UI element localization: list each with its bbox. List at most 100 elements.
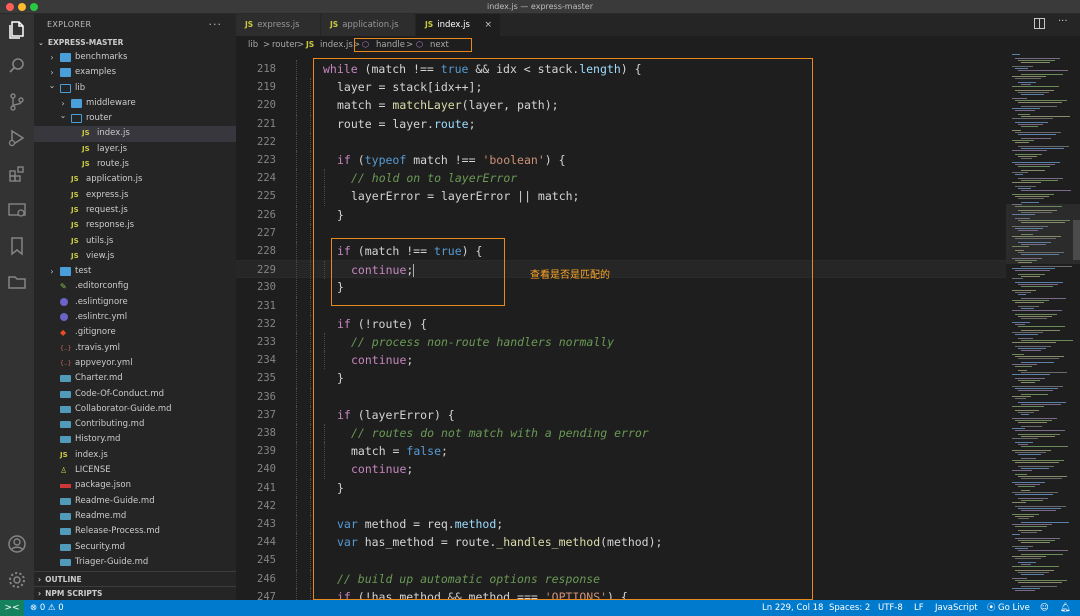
file-item[interactable]: History.md [34,432,236,447]
minimap-line [1012,194,1054,195]
breadcrumb-index-js[interactable]: index.js [320,36,353,54]
go-live-button[interactable]: Go Live [998,600,1030,616]
explorer-icon[interactable] [7,20,27,40]
file-item[interactable]: JS route.js [34,157,236,172]
file-item[interactable]: Security.md [34,540,236,555]
file-item[interactable]: .eslintrc.yml [34,310,236,325]
file-item[interactable]: Readme-Guide.md [34,494,236,509]
file-item[interactable]: JS application.js [34,172,236,187]
file-item[interactable]: Charter.md [34,371,236,386]
file-item[interactable]: JS index.js [34,126,236,142]
outline-section[interactable]: › OUTLINE [34,571,236,586]
js-file-icon: JS [245,20,254,29]
minimap-line [1015,590,1035,591]
cursor-position[interactable]: Ln 229, Col 18 [762,600,823,616]
folder-item[interactable]: ⌄ router [34,111,236,126]
tree-item-label: index.js [97,128,130,139]
file-item[interactable]: JS response.js [34,218,236,233]
indent-guide [310,96,311,115]
remote-indicator-icon[interactable]: >< [0,600,24,616]
minimap-viewport[interactable] [1006,204,1080,264]
js-file-icon: JS [330,20,339,29]
indent-guide [310,533,311,552]
file-item[interactable]: {..} appveyor.yml [34,356,236,371]
run-debug-icon[interactable] [7,128,27,148]
file-item[interactable]: JS view.js [34,249,236,264]
markdown-file-icon [60,390,71,398]
file-item[interactable]: package.json [34,478,236,493]
code-editor[interactable]: 218 while (match !== true && idx < stack.… [236,54,1006,600]
js-file-icon: JS [82,129,90,138]
minimap-line [1015,356,1064,357]
minimap[interactable] [1006,54,1080,600]
project-root[interactable]: ⌄ EXPRESS-MASTER [34,36,236,50]
npm-scripts-section[interactable]: › NPM SCRIPTS [34,586,236,600]
account-icon[interactable] [7,534,27,554]
tab-express-js[interactable]: JS express.js [236,14,320,36]
minimap-line [1021,276,1040,277]
file-item[interactable]: ✎ .editorconfig [34,279,236,294]
file-item[interactable]: ◆ .gitignore [34,325,236,340]
search-icon[interactable] [7,56,27,76]
extensions-icon[interactable] [7,164,27,184]
tab-index-js[interactable]: JS index.js × [416,14,500,36]
scrollbar-thumb[interactable] [1073,220,1080,260]
file-item[interactable]: Triager-Guide.md [34,555,236,570]
remote-explorer-icon[interactable] [7,200,27,220]
folder-open-icon [60,83,71,93]
bookmark-icon[interactable] [7,236,27,256]
file-item[interactable]: .eslintignore [34,295,236,310]
yaml-file-icon: {..} [60,344,72,352]
line-number: 247 [257,590,276,600]
problems-indicator[interactable]: ⊗ 0 ⚠ 0 [30,600,64,616]
tree-item-label: .eslintignore [75,296,128,307]
file-item[interactable]: JS utils.js [34,234,236,249]
notifications-bell-icon[interactable]: 🔔︎ [1060,600,1071,616]
folder-item[interactable]: › test [34,264,236,279]
tree-item-label: lib [75,82,86,93]
file-item[interactable]: JS index.js [34,448,236,463]
file-item[interactable]: Code-Of-Conduct.md [34,387,236,402]
tree-item-label: .editorconfig [75,281,129,292]
go-live-icon: ⦿ [987,603,996,613]
file-item[interactable]: {..} .travis.yml [34,341,236,356]
settings-gear-icon[interactable] [7,570,27,590]
indent-guide [296,261,297,280]
more-actions-icon[interactable]: ··· [209,14,223,36]
folder-icon[interactable] [7,272,27,292]
minimap-line [1012,428,1025,429]
more-actions-icon[interactable]: ··· [1058,16,1068,27]
breadcrumb-lib[interactable]: lib [248,36,258,54]
line-number: 246 [257,572,276,585]
file-item[interactable]: JS express.js [34,188,236,203]
file-item[interactable]: Contributing.md [34,417,236,432]
minimap-line [1018,380,1040,381]
eol-setting[interactable]: LF [914,600,924,616]
minimap-line [1015,164,1055,165]
source-control-icon[interactable] [7,92,27,112]
split-editor-icon[interactable] [1034,18,1045,32]
minimap-line [1021,340,1073,341]
minimap-line [1021,116,1070,117]
minimap-line [1018,124,1043,125]
file-item[interactable]: JS layer.js [34,142,236,157]
language-mode[interactable]: JavaScript [935,600,978,616]
minimap-line [1012,578,1027,579]
encoding-setting[interactable]: UTF-8 [878,600,903,616]
indentation-setting[interactable]: Spaces: 2 [829,600,870,616]
folder-item[interactable]: › examples [34,65,236,80]
close-tab-icon[interactable]: × [484,14,492,36]
indent-guide [296,223,297,242]
file-item[interactable]: ♙ LICENSE [34,463,236,478]
file-item[interactable]: JS request.js [34,203,236,218]
file-item[interactable]: Release-Process.md [34,524,236,539]
feedback-icon[interactable]: ☺ [1040,600,1049,616]
tab-application-js[interactable]: JS application.js [321,14,415,36]
line-number: 227 [257,226,276,239]
file-item[interactable]: Collaborator-Guide.md [34,402,236,417]
folder-item[interactable]: ⌄ lib [34,81,236,96]
folder-item[interactable]: › benchmarks [34,50,236,65]
license-file-icon: ♙ [60,466,68,476]
breadcrumb-router[interactable]: router [272,36,298,54]
file-item[interactable]: Readme.md [34,509,236,524]
